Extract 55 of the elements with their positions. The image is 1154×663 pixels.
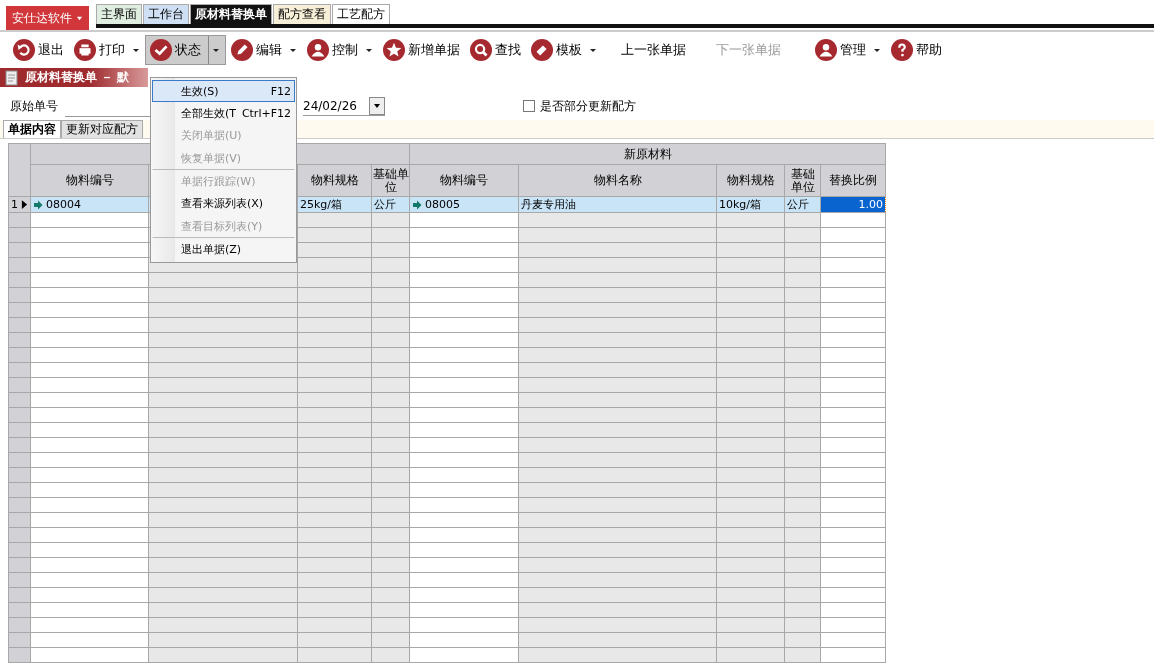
toolbar-button[interactable]: 管理: [810, 35, 886, 65]
menu-item[interactable]: 查看来源列表(X): [152, 192, 295, 214]
person-icon: [307, 39, 329, 61]
tab[interactable]: 配方查看: [272, 4, 331, 24]
toolbar-button[interactable]: 帮助: [886, 35, 947, 65]
arrow-icon: [412, 200, 422, 210]
arrow-icon: [33, 200, 43, 210]
field-label: 原始单号: [10, 97, 59, 115]
checkbox[interactable]: [523, 100, 535, 112]
menu-item[interactable]: 退出单据(Z): [152, 238, 295, 260]
column-group-header: 新原材料: [409, 143, 886, 165]
checkbox-label: 是否部分更新配方: [540, 97, 636, 115]
tab[interactable]: 单据内容: [3, 120, 61, 138]
tab[interactable]: 工艺配方: [331, 4, 390, 24]
dropdown-caret-icon: [873, 46, 881, 54]
caret-icon: [373, 101, 381, 110]
search-icon: [470, 39, 492, 61]
column-header: 物料名称: [518, 164, 717, 197]
document-icon: [4, 69, 20, 86]
date-field[interactable]: 24/02/26: [303, 96, 385, 116]
checkmark-icon: [150, 39, 172, 61]
dropdown-caret-icon: [208, 36, 221, 64]
column-header: 替换比例: [820, 164, 886, 197]
document-title: 原材料替换单 － 默: [25, 69, 130, 86]
caret-icon: [75, 14, 83, 22]
toolbar-button[interactable]: 上一张单据: [616, 35, 691, 65]
dropdown-caret-icon: [132, 46, 140, 54]
eraser-icon: [531, 39, 553, 61]
dropdown-caret-icon: [589, 46, 597, 54]
tab[interactable]: 工作台: [142, 4, 189, 24]
dropdown-caret-icon: [365, 46, 373, 54]
toolbar-button[interactable]: 控制: [302, 35, 378, 65]
help-icon: [891, 39, 913, 61]
toolbar-button[interactable]: 查找: [465, 35, 526, 65]
menu-item[interactable]: 生效(S) F12: [152, 80, 295, 102]
column-header: 物料规格: [716, 164, 785, 197]
toolbar-button[interactable]: 编辑: [226, 35, 302, 65]
tab[interactable]: 主界面: [95, 4, 142, 24]
toolbar-button[interactable]: 退出: [8, 35, 69, 65]
row-number: 1: [11, 198, 18, 211]
toolbar-button[interactable]: 模板: [526, 35, 602, 65]
tab[interactable]: 原材料替换单: [189, 4, 272, 24]
pencil-icon: [231, 39, 253, 61]
person-icon: [815, 39, 837, 61]
column-header: 物料规格: [297, 164, 372, 197]
tab[interactable]: 更新对应配方: [61, 120, 143, 138]
menu-item[interactable]: 全部生效(T Ctrl+F12: [152, 102, 295, 124]
toolbar-button[interactable]: 打印: [69, 35, 145, 65]
brand-menu-button[interactable]: 安仕达软件: [6, 6, 89, 30]
column-header: 物料编号: [409, 164, 519, 197]
dropdown-caret-icon: [289, 46, 297, 54]
column-header: 物料编号: [30, 164, 149, 197]
printer-icon: [74, 39, 96, 61]
toolbar-button[interactable]: 新增单据: [378, 35, 465, 65]
toolbar-button[interactable]: 状态: [145, 35, 226, 65]
